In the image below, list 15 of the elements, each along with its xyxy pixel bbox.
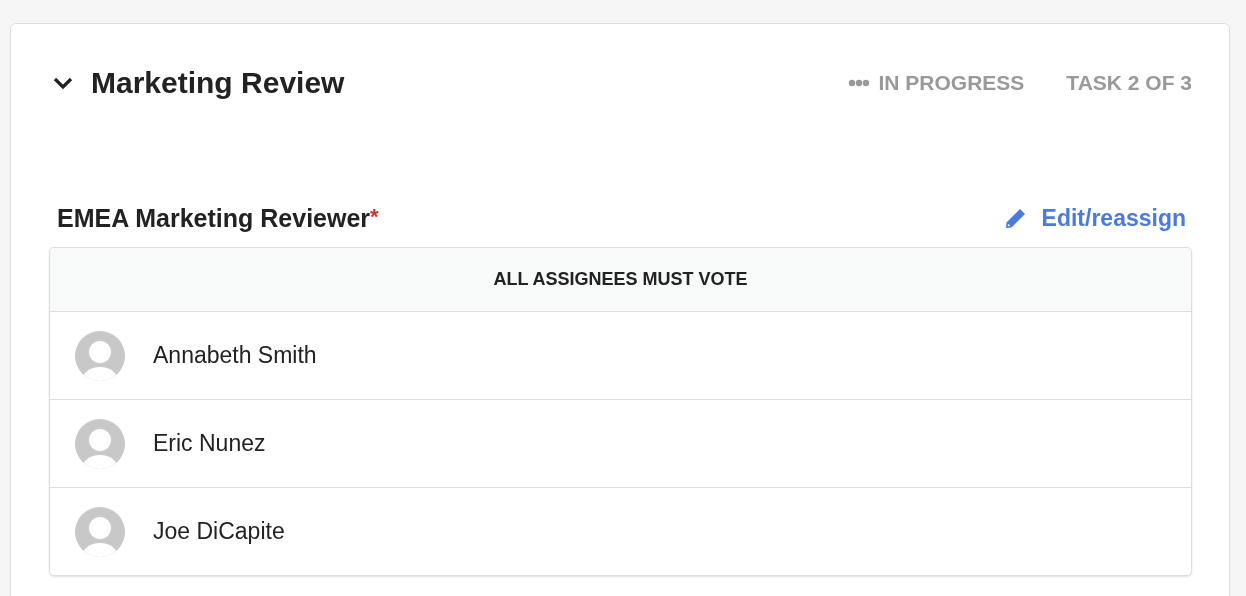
section-label: EMEA Marketing Reviewer	[57, 204, 371, 233]
dots-icon	[848, 79, 871, 87]
required-mark: *	[370, 204, 379, 230]
avatar-icon	[75, 418, 125, 469]
assignee-name: Annabeth Smith	[153, 342, 317, 369]
status-label: IN PROGRESS	[878, 71, 1025, 95]
chevron-down-icon	[53, 76, 73, 90]
assignee-name: Joe DiCapite	[153, 518, 285, 545]
table-header: ALL ASSIGNEES MUST VOTE	[493, 269, 748, 290]
card-title: Marketing Review	[91, 66, 345, 100]
task-counter: TASK 2 OF 3	[1066, 71, 1192, 95]
avatar-icon	[75, 330, 125, 381]
assignee-name: Eric Nunez	[153, 430, 266, 457]
edit-link[interactable]: Edit/reassign	[1001, 205, 1186, 232]
avatar-icon	[75, 506, 125, 557]
